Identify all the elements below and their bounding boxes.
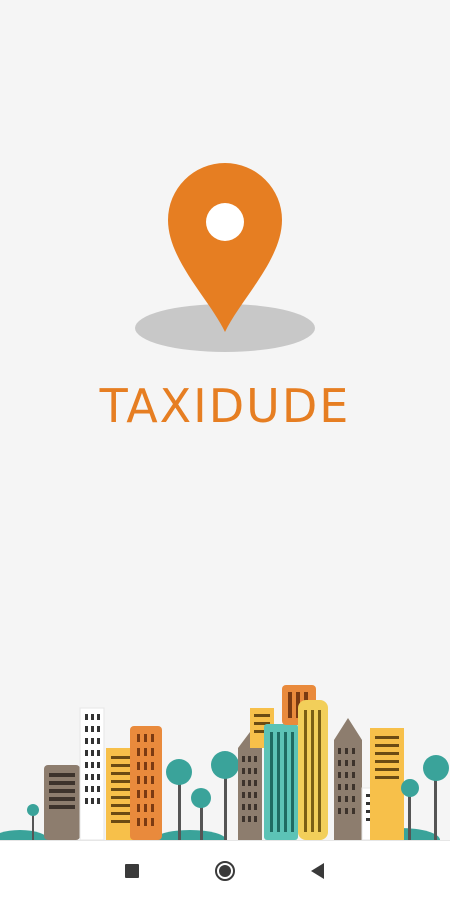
pin-hole	[206, 203, 244, 241]
trees-right	[401, 755, 449, 840]
trees-middle	[166, 751, 239, 840]
map-pin-icon	[135, 163, 315, 352]
building-brown-spire-1	[238, 732, 262, 840]
building-yellow-tall	[298, 700, 328, 840]
circle-icon	[215, 861, 235, 881]
system-navigation-bar	[0, 840, 450, 900]
square-icon	[125, 864, 139, 878]
city-skyline-illustration	[0, 685, 449, 840]
triangle-back-icon	[310, 863, 324, 879]
home-button[interactable]	[195, 841, 255, 900]
building-brown-spire-2	[334, 718, 362, 840]
back-button[interactable]	[287, 841, 347, 900]
brand-name: TAXIDUDE	[99, 379, 351, 433]
logo	[0, 160, 450, 360]
recents-button[interactable]	[102, 841, 162, 900]
building-white-tower	[79, 707, 105, 840]
building-teal	[264, 724, 298, 840]
building-brown-left	[44, 765, 80, 840]
building-yellow-right	[370, 728, 404, 840]
splash-screen: TAXIDUDE	[0, 0, 450, 900]
building-orange-left	[130, 726, 162, 840]
